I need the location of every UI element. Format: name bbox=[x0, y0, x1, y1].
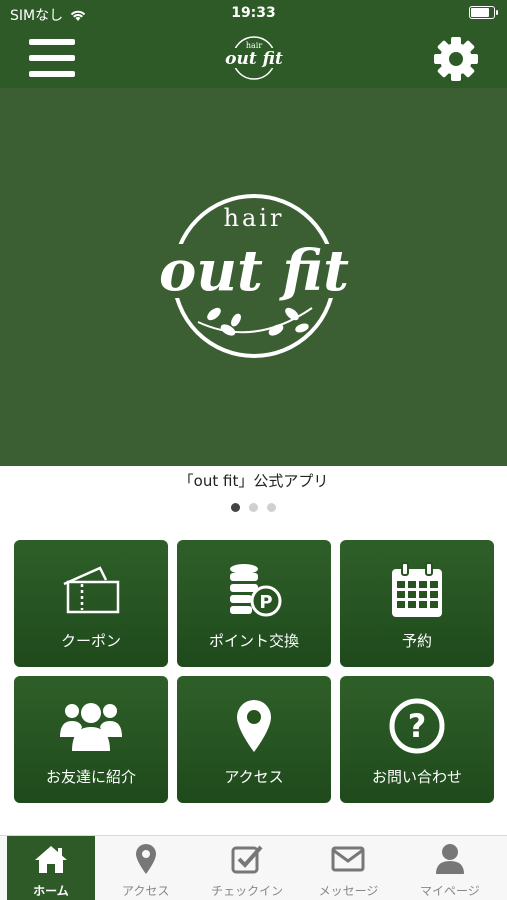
tab-mypage[interactable]: マイページ bbox=[399, 836, 500, 900]
user-icon bbox=[435, 844, 464, 874]
coupon-label: クーポン bbox=[60, 632, 121, 650]
svg-text:out fit: out fit bbox=[225, 49, 283, 69]
people-icon bbox=[60, 703, 122, 751]
ticket-icon bbox=[63, 566, 120, 614]
tab-home-label: ホーム bbox=[33, 884, 69, 898]
refer-friend-label: お友達に紹介 bbox=[45, 768, 136, 786]
tab-access-label: アクセス bbox=[121, 884, 170, 898]
coupon-tile[interactable]: クーポン bbox=[14, 540, 168, 667]
svg-text:hair: hair bbox=[224, 204, 285, 232]
tab-checkin[interactable]: チェックイン bbox=[196, 836, 297, 900]
svg-text:?: ? bbox=[408, 707, 427, 745]
app-header: hair out fit bbox=[0, 26, 507, 88]
points-exchange-label: ポイント交換 bbox=[208, 632, 299, 650]
access-tile[interactable]: アクセス bbox=[177, 676, 331, 803]
contact-label: お問い合わせ bbox=[371, 768, 462, 786]
contact-tile[interactable]: ? お問い合わせ bbox=[340, 676, 494, 803]
svg-text:out fit: out fit bbox=[159, 238, 349, 304]
banner-caption: 「out fit」公式アプリ bbox=[178, 472, 329, 490]
clock: 19:33 bbox=[231, 5, 276, 21]
carousel-indicator bbox=[0, 503, 507, 512]
calendar-icon bbox=[392, 562, 442, 617]
menu-grid: クーポン P ポイント交換 予約 お友達に紹介 アクセス ? お問い合わせ bbox=[14, 540, 494, 803]
tab-mypage-label: マイページ bbox=[419, 884, 480, 898]
bottom-tab-bar: ホーム アクセス チェックイン メッセージ マイページ bbox=[0, 835, 507, 900]
brand-logo-small: hair out fit bbox=[224, 36, 284, 80]
carousel-dot[interactable] bbox=[249, 503, 258, 512]
checkin-icon bbox=[231, 845, 263, 874]
carousel-dot[interactable] bbox=[267, 503, 276, 512]
home-icon bbox=[35, 846, 67, 873]
access-label: アクセス bbox=[224, 768, 284, 786]
svg-text:P: P bbox=[259, 592, 272, 613]
question-icon: ? bbox=[389, 698, 445, 754]
tab-message[interactable]: メッセージ bbox=[298, 836, 399, 900]
map-pin-icon bbox=[135, 844, 156, 874]
reservation-label: 予約 bbox=[401, 632, 432, 650]
refer-friend-tile[interactable]: お友達に紹介 bbox=[14, 676, 168, 803]
tab-checkin-label: チェックイン bbox=[211, 884, 284, 898]
brand-logo-large: hair out fit bbox=[136, 194, 372, 358]
carousel-dot[interactable] bbox=[231, 503, 240, 512]
battery-icon bbox=[469, 6, 498, 19]
mail-icon bbox=[331, 846, 365, 872]
points-exchange-tile[interactable]: P ポイント交換 bbox=[177, 540, 331, 667]
tab-home[interactable]: ホーム bbox=[7, 836, 95, 900]
points-exchange-icon: P bbox=[230, 564, 282, 617]
tab-message-label: メッセージ bbox=[318, 884, 379, 898]
hamburger-menu-button[interactable] bbox=[29, 39, 75, 77]
reservation-tile[interactable]: 予約 bbox=[340, 540, 494, 667]
settings-gear-button[interactable] bbox=[432, 36, 480, 82]
map-pin-icon bbox=[237, 700, 271, 752]
status-bar: SIMなし 19:33 bbox=[0, 0, 507, 26]
tab-access[interactable]: アクセス bbox=[95, 836, 196, 900]
hero-banner[interactable]: hair out fit bbox=[0, 88, 507, 466]
